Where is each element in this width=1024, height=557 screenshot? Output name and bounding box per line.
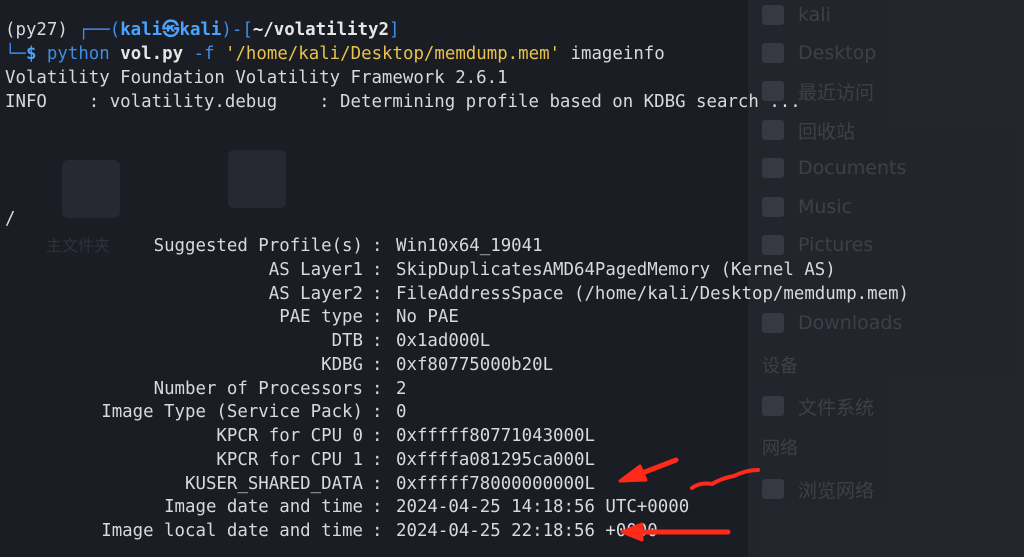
arrow-local-date-time xyxy=(620,522,731,542)
scribble-mark xyxy=(690,468,760,490)
arrow-kuser-shared-data xyxy=(618,457,679,483)
annotation-layer xyxy=(618,457,760,542)
